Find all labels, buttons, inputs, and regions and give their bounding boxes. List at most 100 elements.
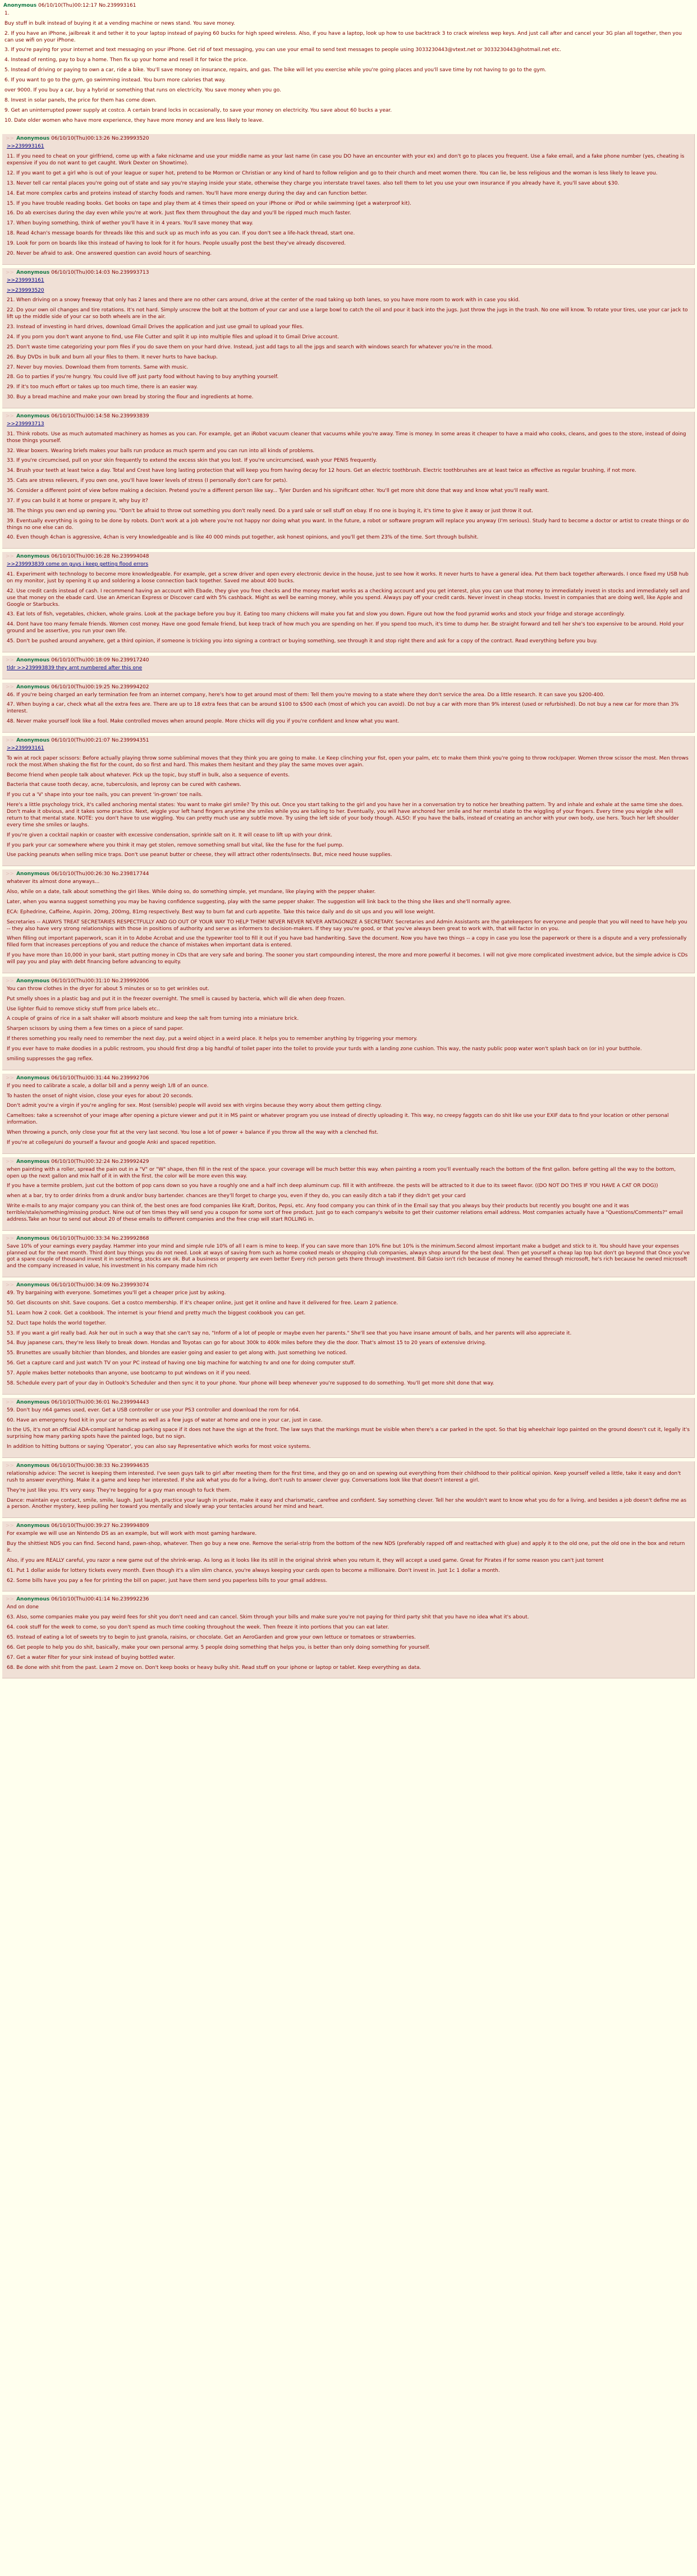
side-arrow-icon: >> — [6, 554, 15, 560]
post-line: Here's a little psychology trick, it's c… — [7, 802, 684, 828]
post-message: >>239993839 come on guys i keep getting … — [6, 562, 690, 645]
post-number-link[interactable]: No.239817744 — [112, 871, 149, 877]
quote-link[interactable]: >>239993713 — [7, 421, 690, 428]
post-info: >> Anonymous 06/10/10(Thu)00:31:44 No.23999… — [6, 1075, 690, 1082]
quote-link[interactable]: >>239993161 — [7, 144, 690, 150]
post-message: 46. If you're being charged an early ter… — [6, 692, 690, 726]
quote-link[interactable]: tldr >>239993839 they arnt numbered afte… — [7, 665, 690, 672]
reply-post: >> Anonymous 06/10/10(Thu)00:13:26 No.23999… — [2, 134, 695, 265]
post-line: 65. Instead of eating a lot of sweets tr… — [7, 1634, 416, 1640]
post-info: >> Anonymous 06/10/10(Thu)00:26:30 No.23981… — [6, 871, 690, 878]
post-line: If you have more than 10,000 in your ban… — [7, 953, 688, 965]
post-line: 24. If you porn you don't want anyone to… — [7, 334, 339, 340]
post-number-link[interactable]: No.239994809 — [112, 1523, 149, 1529]
post-line: If you have a termite problem, just cut … — [7, 1183, 658, 1189]
post-line: 39. Eventually everything is going to be… — [7, 518, 689, 531]
quote-link[interactable]: >>239993839 come on guys i keep getting … — [7, 562, 690, 568]
post-line: When filling out important paperwork, sc… — [7, 936, 687, 949]
post-line: To win at rock paper scissors: Before ac… — [7, 755, 689, 768]
post-number-link[interactable]: No.239992006 — [112, 978, 149, 984]
post-date: 06/10/10(Thu)00:14:03 — [51, 269, 111, 275]
post-line: 58. Schedule every part of your day in O… — [7, 1380, 494, 1386]
quote-link[interactable]: >>239993161 — [7, 746, 690, 752]
reply-post: >> Anonymous 06/10/10(Thu)00:16:28 No.23999… — [2, 552, 695, 652]
reply-post: >> Anonymous 06/10/10(Thu)00:34:09 No.23999… — [2, 1281, 695, 1395]
post-line: If you're given a cocktail napkin or coa… — [7, 832, 333, 838]
post-info: >> Anonymous 06/10/10(Thu)00:14:58 No.23999… — [6, 413, 690, 420]
post-date: 06/10/10(Thu)00:34:09 — [51, 1282, 111, 1289]
post-message: relationship advice: The secret is keepi… — [6, 1471, 690, 1511]
post-number-link[interactable]: No.239993839 — [112, 413, 149, 419]
post-line: 12. If you want to get a girl who is out… — [7, 170, 658, 176]
side-arrow-icon: >> — [6, 1235, 15, 1241]
post-number-link[interactable]: No.239992706 — [112, 1075, 149, 1081]
quote-link[interactable]: >>239993161 — [7, 278, 690, 284]
post-line: relationship advice: The secret is keepi… — [7, 1470, 681, 1483]
post-number-link[interactable]: No.239993520 — [112, 136, 149, 141]
post-date: 06/10/10(Thu)00:36:01 — [51, 1399, 111, 1405]
post-line: You can throw clothes in the dryer for a… — [7, 986, 209, 992]
post-line: 20. Never be afraid to ask. One answered… — [7, 250, 212, 256]
post-line: 67. Get a water filter for your sink ins… — [7, 1654, 175, 1660]
post-message: >>239993161 11. If you need to cheat on y… — [6, 144, 690, 257]
post-line: Put smelly shoes in a plastic bag and pu… — [7, 996, 346, 1002]
side-arrow-icon: >> — [6, 738, 15, 743]
post-line: Buy the shittiest NDS you can find. Seco… — [7, 1541, 685, 1553]
post-number-link[interactable]: No.239993161 — [99, 3, 136, 8]
post-message: For example we will use an Nintendo DS a… — [6, 1531, 690, 1584]
post-line: 25. Don't waste time categorizing your p… — [7, 344, 493, 350]
post-line: 31. Think robots. Use as much automated … — [7, 431, 686, 444]
post-line: If theres something you really need to r… — [7, 1036, 418, 1042]
post-number-link[interactable]: No.239994351 — [112, 738, 149, 743]
post-line: 35. Cats are stress relievers, if you ow… — [7, 478, 288, 484]
post-number-link[interactable]: No.239994048 — [112, 554, 149, 559]
post-line: 6. If you want to go to the gym, go swim… — [4, 77, 226, 83]
post-info: >> Anonymous 06/10/10(Thu)00:19:25 No.23999… — [6, 684, 690, 691]
post-line: 47. When buying a car, check what all th… — [7, 702, 679, 715]
side-arrow-icon: >> — [6, 657, 15, 663]
post-line: whatever its almost done anyways... — [7, 879, 100, 885]
post-line: over 9000. If you buy a car, buy a hybri… — [4, 87, 281, 93]
post-number-link[interactable]: No.239993713 — [112, 270, 149, 275]
post-message: tldr >>239993839 they arnt numbered afte… — [6, 665, 690, 672]
post-line: 44. Dont have too many female friends. W… — [7, 622, 684, 634]
post-number-link[interactable]: No.239993074 — [112, 1282, 149, 1288]
post-number-link[interactable]: No.239992868 — [112, 1236, 149, 1241]
post-message: >>239993713 31. Think robots. Use as much… — [6, 421, 690, 541]
post-date: 06/10/10(Thu)00:12:17 — [38, 3, 97, 8]
post-message: 1. Buy stuff in bulk instead of buying it… — [3, 11, 690, 125]
reply-post: >> Anonymous 06/10/10(Thu)00:41:14 No.23999… — [2, 1595, 695, 1679]
post-info: >> Anonymous 06/10/10(Thu)00:41:14 No.23999… — [6, 1597, 690, 1603]
side-arrow-icon: >> — [6, 1597, 15, 1603]
post-line: Buy stuff in bulk instead of buying it a… — [4, 20, 235, 26]
post-line: 13. Never tell car rental places you're … — [7, 180, 620, 186]
poster-name: Anonymous — [16, 1399, 50, 1405]
post-number-link[interactable]: No.239994202 — [112, 684, 149, 690]
post-number-link[interactable]: No.239994443 — [112, 1400, 149, 1405]
post-line: 45. Don't be pushed around anywhere, get… — [7, 638, 598, 644]
post-number-link[interactable]: No.239992236 — [112, 1597, 149, 1602]
reply-post: >> Anonymous 06/10/10(Thu)00:39:27 No.23999… — [2, 1521, 695, 1592]
post-line: Dance: maintain eye contact, smile, smil… — [7, 1497, 687, 1510]
thread: Anonymous 06/10/10(Thu)00:12:17 No.2399931… — [0, 0, 697, 2576]
reply-post: >> Anonymous 06/10/10(Thu)00:31:10 No.23999… — [2, 976, 695, 1070]
post-line: 19. Look for porn on boards like this in… — [7, 241, 346, 246]
poster-name: Anonymous — [3, 3, 37, 8]
post-message: 59. Don't buy n64 games used, ever. Get … — [6, 1407, 690, 1451]
post-number-link[interactable]: No.239994635 — [112, 1463, 149, 1469]
post-line: 5. Instead of driving or paying to own a… — [4, 67, 547, 73]
post-info: >> Anonymous 06/10/10(Thu)00:32:24 No.23999… — [6, 1159, 690, 1166]
post-line: 21. When driving on a snowy freeway that… — [7, 297, 520, 303]
poster-name: Anonymous — [16, 978, 50, 984]
post-line: 11. If you need to cheat on your girlfri… — [7, 154, 685, 166]
poster-name: Anonymous — [16, 136, 50, 142]
post-number-link[interactable]: No.239917240 — [112, 657, 149, 663]
post-number-link[interactable]: No.239992429 — [112, 1159, 149, 1165]
post-line: 17. When buying something, think of weth… — [7, 220, 254, 227]
post-line: 37. If you can build it at home or prepa… — [7, 498, 148, 504]
quote-link[interactable]: >>239993520 — [7, 288, 690, 295]
post-line: 28. Go to parties if you're hungry. You … — [7, 374, 279, 380]
post-line: Sharpen scissors by using them a few tim… — [7, 1026, 184, 1032]
post-line: 27. Never buy movies. Download them from… — [7, 364, 189, 370]
side-arrow-icon: >> — [6, 1463, 15, 1469]
